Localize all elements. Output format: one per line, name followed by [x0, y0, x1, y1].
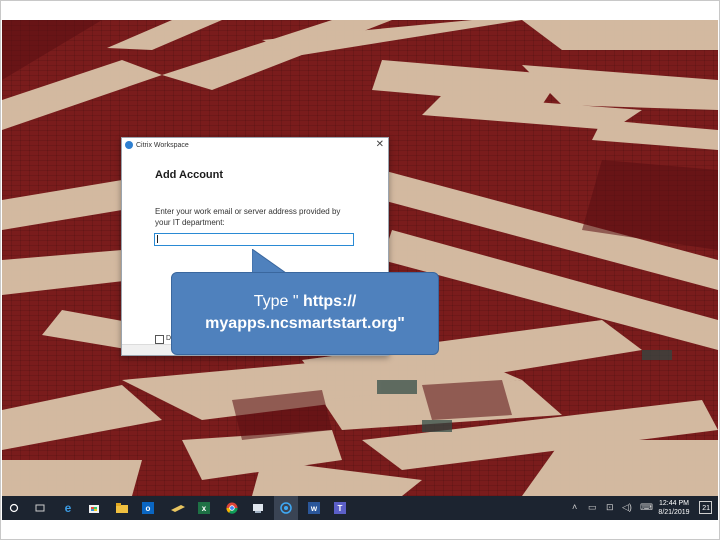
notes-icon[interactable]: [170, 500, 186, 516]
desktop-screen: Citrix Workspace ✕ Add Account Enter you…: [2, 20, 718, 520]
store-icon[interactable]: [86, 500, 102, 516]
tray-keyboard-icon[interactable]: ⌨: [640, 502, 653, 513]
teams-icon[interactable]: T: [334, 502, 346, 514]
tray-volume-icon[interactable]: ◁): [622, 502, 632, 513]
network-app-icon[interactable]: [250, 500, 266, 516]
file-explorer-icon[interactable]: [114, 500, 130, 516]
clock-date: 8/21/2019: [658, 509, 690, 516]
tray-chevron-icon[interactable]: ˄: [572, 502, 577, 512]
notification-count: 21: [702, 505, 710, 512]
edge-icon[interactable]: e: [60, 500, 76, 516]
notification-center-icon[interactable]: 21: [699, 501, 712, 514]
task-view-icon[interactable]: [32, 500, 48, 516]
citrix-workspace-icon[interactable]: [274, 496, 298, 520]
excel-icon[interactable]: x: [198, 502, 210, 514]
instruction-callout: Type " https:// myapps.ncsmartstart.org": [171, 272, 439, 355]
address-input[interactable]: [154, 233, 354, 246]
outlook-icon[interactable]: o: [142, 502, 154, 514]
windows-taskbar: e o x w T ˄ ▭ ⊡ ◁) ⌨ 12:44 PM 8/21/2019: [2, 496, 718, 520]
close-button[interactable]: ✕: [376, 139, 384, 151]
taskbar-clock[interactable]: 12:44 PM 8/21/2019: [654, 499, 694, 517]
dialog-heading: Add Account: [155, 169, 224, 181]
callout-prefix: Type ": [253, 293, 303, 310]
checkbox[interactable]: [155, 335, 164, 344]
text-caret: [157, 235, 158, 243]
dialog-titlebar: Citrix Workspace: [122, 138, 388, 152]
callout-url-line2: myapps.ncsmartstart.org": [205, 315, 405, 332]
tray-battery-icon[interactable]: ▭: [588, 502, 597, 513]
clock-time: 12:44 PM: [659, 500, 689, 507]
dialog-app-title: Citrix Workspace: [136, 141, 189, 149]
citrix-app-icon: [125, 141, 133, 149]
word-icon[interactable]: w: [308, 502, 320, 514]
tray-network-icon[interactable]: ⊡: [606, 502, 614, 513]
callout-url-line1: https://: [302, 293, 357, 310]
chrome-icon[interactable]: [224, 500, 240, 516]
windows-start-icon[interactable]: [6, 500, 22, 516]
address-prompt-label: Enter your work email or server address …: [155, 207, 341, 227]
